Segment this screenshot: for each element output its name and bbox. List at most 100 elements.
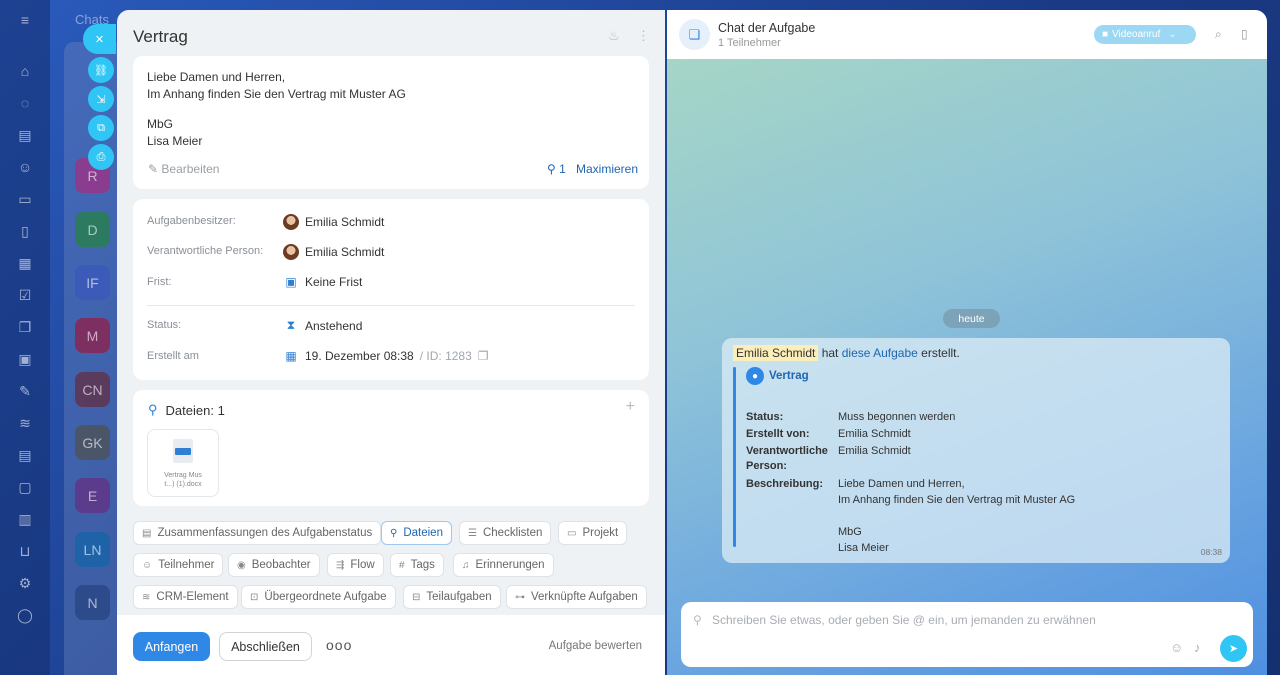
- chat-avatar[interactable]: E: [75, 478, 110, 513]
- properties-card: Aufgabenbesitzer: Emilia Schmidt Verantw…: [133, 199, 649, 380]
- user-icon: ☺: [142, 559, 153, 571]
- chat-icon[interactable]: ❐: [14, 316, 36, 338]
- attachment-count[interactable]: ⚲ 1: [547, 162, 566, 176]
- chat-participants[interactable]: 1 Teilnehmer: [718, 37, 781, 49]
- maximize-button[interactable]: Maximieren: [576, 162, 638, 176]
- chip-label: Zusammenfassungen des Aufgabenstatus: [157, 527, 373, 539]
- paperclip-icon: ⚲: [390, 527, 398, 539]
- open-icon[interactable]: ⧉: [88, 115, 114, 141]
- emoji-icon[interactable]: ☺: [1170, 640, 1183, 655]
- owner-name: Emilia Schmidt: [305, 215, 385, 229]
- chevron-down-icon[interactable]: ⌄: [1168, 29, 1176, 40]
- add-file-button[interactable]: +: [626, 398, 635, 416]
- chip-checklists[interactable]: ☰ Checklisten: [459, 521, 552, 545]
- task-title: Vertrag: [133, 27, 188, 46]
- chip-project[interactable]: ▭ Projekt: [558, 521, 628, 545]
- deadline-text: Keine Frist: [305, 275, 363, 289]
- home-icon[interactable]: ⌂: [14, 60, 36, 82]
- inbox-icon[interactable]: ▤: [14, 444, 36, 466]
- chat-avatar[interactable]: CN: [75, 372, 110, 407]
- fire-icon[interactable]: ♨: [608, 28, 620, 44]
- drive-icon[interactable]: ▭: [14, 188, 36, 210]
- chip-label: Flow: [350, 559, 375, 571]
- finish-button[interactable]: Abschließen: [219, 632, 312, 661]
- calendar-icon[interactable]: ▣: [14, 348, 36, 370]
- documents-icon[interactable]: ▯: [14, 220, 36, 242]
- chip-participants[interactable]: ☺ Teilnehmer: [133, 553, 224, 577]
- analytics-icon[interactable]: ▥: [14, 508, 36, 530]
- chat-avatar[interactable]: N: [75, 585, 110, 620]
- copy-icon[interactable]: ❐: [478, 349, 489, 363]
- responsible-value[interactable]: Emilia Schmidt: [283, 244, 384, 260]
- chip-tags[interactable]: # Tags: [390, 553, 444, 577]
- link-icon: ⊶: [515, 591, 525, 603]
- deadline-value[interactable]: ▣ Keine Frist: [283, 275, 362, 289]
- chip-label: Checklisten: [482, 527, 543, 539]
- chip-linked-tasks[interactable]: ⊶ Verknüpfte Aufgaben: [506, 585, 647, 609]
- input-placeholder: Schreiben Sie etwas, oder geben Sie @ ei…: [712, 613, 1096, 627]
- activity-icon[interactable]: ◌: [14, 92, 36, 114]
- search-icon[interactable]: ⌕: [1215, 27, 1222, 42]
- chat-avatar[interactable]: IF: [75, 265, 110, 300]
- chat-avatar[interactable]: GK: [75, 425, 110, 460]
- chip-subtasks[interactable]: ⊟ Teilaufgaben: [403, 585, 501, 609]
- chip-reminders[interactable]: ♫ Erinnerungen: [453, 553, 554, 577]
- close-icon[interactable]: ✕: [83, 24, 116, 54]
- chip-observers[interactable]: ◉ Beobachter: [228, 553, 320, 577]
- card-responsible-value: Emilia Schmidt: [838, 445, 911, 457]
- chat-avatar[interactable]: M: [75, 318, 110, 353]
- owner-value[interactable]: Emilia Schmidt: [283, 214, 384, 230]
- attachment-count-value: 1: [559, 162, 566, 176]
- chip-status-summaries[interactable]: ▤ Zusammenfassungen des Aufgabenstatus: [133, 521, 382, 545]
- video-call-button[interactable]: ■ Videoanruf ⌄: [1094, 25, 1196, 44]
- task-link[interactable]: diese Aufgabe: [842, 346, 918, 360]
- send-button[interactable]: ➤: [1220, 635, 1247, 662]
- edit-label: Bearbeiten: [161, 162, 220, 176]
- tasks-icon[interactable]: ☑: [14, 284, 36, 306]
- menu-icon[interactable]: ≡: [14, 9, 36, 31]
- chat-avatar[interactable]: LN: [75, 532, 110, 567]
- quote-bar: [733, 367, 736, 547]
- pencil-icon: ✎: [148, 162, 159, 176]
- chip-label: Projekt: [582, 527, 619, 539]
- rate-task-button[interactable]: Aufgabe bewerten: [549, 640, 642, 652]
- chip-parent-task[interactable]: ⊡ Übergeordnete Aufgabe: [241, 585, 396, 609]
- status-label: Status:: [147, 319, 182, 331]
- message-input[interactable]: ⚲ Schreiben Sie etwas, oder geben Sie @ …: [681, 602, 1253, 667]
- description-line: Lisa Meier: [147, 134, 203, 148]
- file-thumbnail[interactable]: Vertrag Mus t...) (1).docx: [147, 429, 219, 497]
- crm-icon[interactable]: ≋: [14, 412, 36, 434]
- shop-icon[interactable]: ⊔: [14, 540, 36, 562]
- sign-icon[interactable]: ✎: [14, 380, 36, 402]
- chip-label: Verknüpfte Aufgaben: [531, 591, 638, 603]
- download-icon[interactable]: ⇲: [88, 86, 114, 112]
- sidebar-toggle-icon[interactable]: ▯: [1241, 27, 1248, 41]
- chat-bubble-icon: ❏: [679, 19, 710, 50]
- feed-icon[interactable]: ▤: [14, 124, 36, 146]
- contacts-icon[interactable]: ☺: [14, 156, 36, 178]
- description-card: Liebe Damen und Herren, Im Anhang finden…: [133, 56, 649, 189]
- microphone-icon[interactable]: ♪: [1194, 640, 1201, 655]
- help-icon[interactable]: ◯: [14, 604, 36, 626]
- edit-button[interactable]: ✎ Bearbeiten: [148, 162, 219, 176]
- more-vertical-icon[interactable]: ⋮: [637, 28, 650, 44]
- settings-icon[interactable]: ⚙: [14, 572, 36, 594]
- sites-icon[interactable]: ▢: [14, 476, 36, 498]
- calendar-grid-icon[interactable]: ▦: [14, 252, 36, 274]
- folder-icon: ▭: [567, 527, 577, 539]
- chip-label: Erinnerungen: [475, 559, 545, 571]
- card-responsible-key-2: Person:: [746, 460, 787, 472]
- link-icon[interactable]: ⛓: [88, 57, 114, 83]
- files-header: ⚲ Dateien: 1: [148, 402, 225, 418]
- paperclip-icon[interactable]: ⚲: [693, 613, 702, 627]
- task-card-title[interactable]: ● Vertrag: [746, 367, 809, 385]
- chip-crm-element[interactable]: ≋ CRM-Element: [133, 585, 238, 609]
- start-button[interactable]: Anfangen: [133, 632, 210, 661]
- chip-files[interactable]: ⚲ Dateien: [381, 521, 452, 545]
- author-name[interactable]: Emilia Schmidt: [733, 345, 819, 361]
- chat-avatar[interactable]: D: [75, 212, 110, 247]
- print-icon[interactable]: ⎙: [88, 144, 114, 170]
- paperclip-icon: ⚲: [148, 402, 158, 417]
- chip-flow[interactable]: ⇶ Flow: [327, 553, 384, 577]
- more-button[interactable]: ooo: [326, 637, 352, 653]
